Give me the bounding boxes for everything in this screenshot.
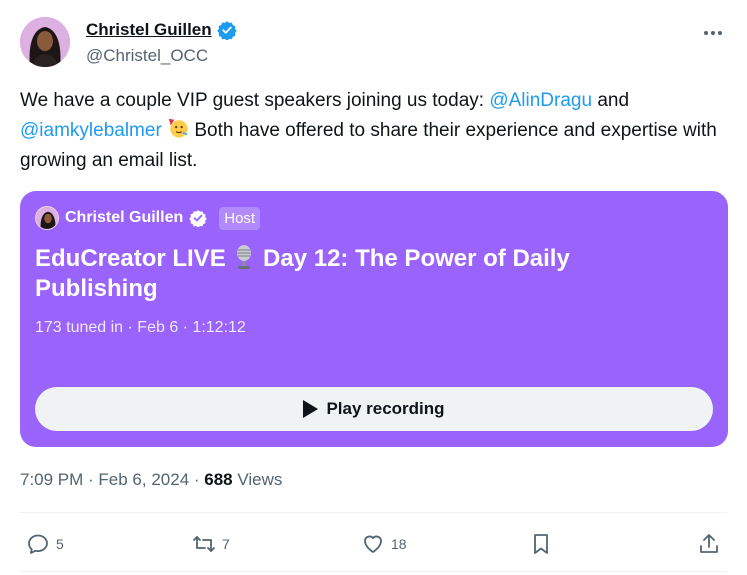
like-count: 18 [391, 536, 407, 552]
space-meta: 173 tuned in · Feb 6 · 1:12:12 [35, 319, 246, 336]
author-handle[interactable]: @Christel_OCC [86, 46, 237, 66]
share-icon [700, 534, 718, 553]
tweet-body: We have a couple VIP guest speakers join… [20, 86, 720, 176]
space-card[interactable]: Christel Guillen Host EduCreator LIVE Da… [20, 191, 728, 447]
microphone-icon [237, 245, 252, 269]
tweet-text-part: and [592, 90, 630, 111]
more-options-icon[interactable] [701, 23, 725, 43]
play-icon [303, 400, 319, 418]
divider [20, 512, 727, 513]
like-button[interactable]: 18 [361, 527, 407, 561]
reply-button[interactable]: 5 [26, 527, 64, 561]
bookmark-button[interactable] [529, 527, 553, 561]
repost-icon [193, 536, 215, 552]
tweet-header: Christel Guillen @Christel_OCC [20, 17, 727, 69]
timestamp[interactable]: 7:09 PM · Feb 6, 2024 · [20, 470, 204, 489]
heart-icon [364, 535, 382, 553]
verified-badge-icon [216, 21, 237, 40]
share-button[interactable] [697, 527, 721, 561]
space-title-part: EduCreator LIVE [35, 245, 233, 272]
host-badge: Host [219, 206, 261, 230]
author-avatar[interactable] [20, 17, 70, 67]
repost-count: 7 [222, 536, 230, 552]
author-info: Christel Guillen @Christel_OCC [86, 20, 237, 66]
repost-button[interactable]: 7 [192, 527, 230, 561]
play-recording-label: Play recording [326, 399, 445, 418]
party-face-emoji-icon [168, 118, 188, 138]
host-avatar [35, 206, 59, 230]
reply-icon [28, 534, 48, 554]
mention-link[interactable]: @iamkylebalmer [20, 120, 162, 141]
space-title: EduCreator LIVE Day 12: The Power of Dai… [35, 244, 675, 304]
reply-count: 5 [56, 536, 64, 552]
tweet-text-part: We have a couple VIP guest speakers join… [20, 90, 490, 111]
author-name[interactable]: Christel Guillen [86, 20, 212, 40]
divider [20, 571, 727, 572]
views-count: 688 [204, 470, 233, 489]
play-recording-button[interactable]: Play recording [35, 387, 713, 431]
views-label: Views [232, 470, 283, 489]
action-bar: 5 7 18 [20, 527, 727, 561]
bookmark-icon [534, 534, 548, 554]
host-verified-icon [189, 210, 207, 227]
space-host: Christel Guillen Host [35, 206, 261, 230]
host-name: Christel Guillen [65, 209, 184, 226]
tweet-meta: 7:09 PM · Feb 6, 2024 · 688 Views [20, 470, 282, 490]
mention-link[interactable]: @AlinDragu [489, 90, 592, 111]
